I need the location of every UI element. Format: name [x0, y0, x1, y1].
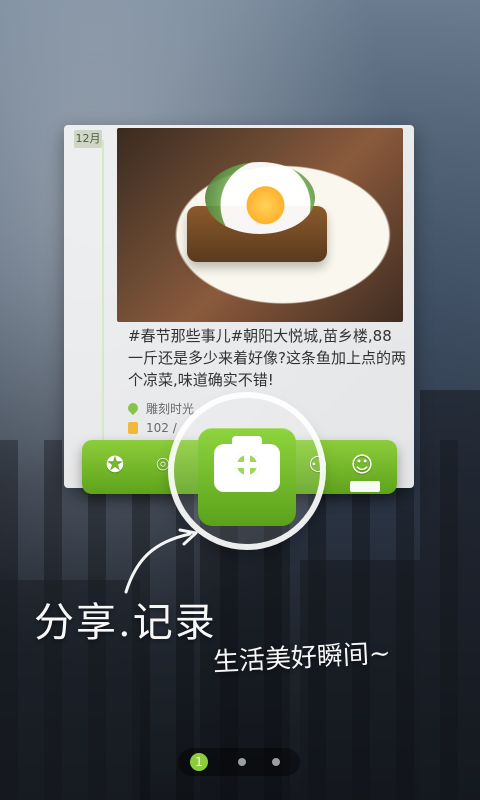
slogan-line-1: 分享.记录: [34, 600, 217, 646]
egg-topping: [205, 162, 315, 234]
date-chip: 12月: [74, 130, 102, 148]
page-dot[interactable]: [272, 758, 280, 766]
post-text: #春节那些事儿#朝阳大悦城,苗乡楼,88一斤还是多少来着好像?这条鱼加上点的两个…: [128, 327, 406, 389]
building: [420, 390, 480, 800]
likes-count: 102 /: [146, 421, 177, 435]
post-photo[interactable]: [117, 128, 403, 322]
page-dot-active[interactable]: 1: [190, 753, 208, 771]
location-row: 雕刻时光: [125, 398, 195, 418]
tab-indicator: [350, 481, 380, 492]
location-text: 雕刻时光: [146, 401, 195, 416]
badge-icon[interactable]: ✪: [100, 451, 130, 481]
arrow-icon: [124, 528, 198, 594]
page-indicator: 1: [178, 748, 300, 776]
plus-icon: [236, 462, 258, 468]
smile-icon[interactable]: ☺: [347, 451, 377, 481]
timeline-line: [102, 140, 104, 460]
location-pin-icon: [125, 400, 141, 416]
building: [300, 560, 420, 800]
page-dot[interactable]: [238, 758, 246, 766]
bookmark-icon: [128, 422, 138, 434]
